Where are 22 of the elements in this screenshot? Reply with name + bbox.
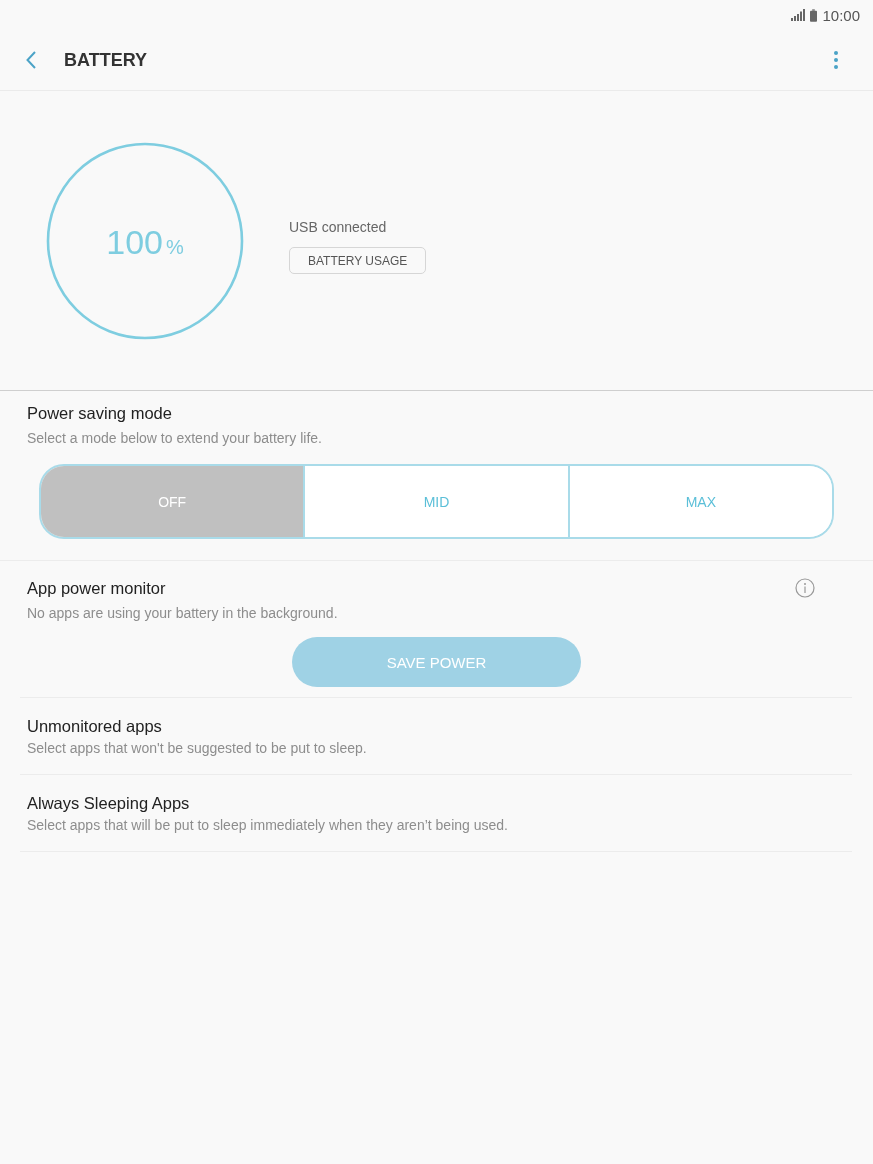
battery-usage-button[interactable]: BATTERY USAGE (289, 247, 427, 274)
battery-percent: 100 (106, 223, 163, 262)
setting-description: Select apps that won't be suggested to be put to sleep. (27, 739, 367, 758)
more-options-icon[interactable] (834, 51, 838, 69)
section-title: Power saving mode (27, 403, 172, 424)
signal-icon (791, 9, 806, 21)
section-title: App power monitor (27, 578, 166, 599)
setting-title[interactable]: Unmonitored apps (27, 714, 162, 738)
setting-title[interactable]: Always Sleeping Apps (27, 791, 190, 815)
mode-option[interactable]: MAX (567, 466, 832, 537)
info-icon[interactable] (795, 578, 815, 598)
section-description: Select a mode below to extend your battery life. (27, 429, 322, 448)
mode-option[interactable]: MID (303, 466, 568, 537)
mode-option[interactable]: OFF (41, 466, 304, 537)
section-description: No apps are using your battery in the background. (27, 604, 338, 623)
percent-unit: % (165, 236, 184, 259)
back-icon[interactable] (26, 51, 36, 69)
setting-description: Select apps that will be put to sleep immediately when they aren’t being used. (27, 816, 508, 835)
clock-time: 10:00 (822, 6, 860, 24)
charging-status: USB connected (289, 219, 387, 235)
page-title: BATTERY (64, 49, 147, 71)
battery-icon (810, 8, 818, 22)
